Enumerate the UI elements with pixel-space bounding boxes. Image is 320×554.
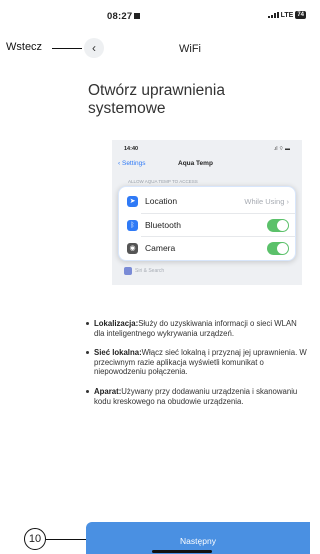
example-status-time: 14:40: [124, 146, 139, 152]
siri-icon: [124, 267, 132, 275]
example-toggle-on: [267, 241, 289, 255]
divider: [141, 236, 295, 237]
battery-icon: 74: [295, 11, 306, 19]
example-section-label: ALLOW AQUA TEMP TO ACCESS: [128, 179, 198, 184]
home-indicator: [152, 550, 212, 553]
camera-icon: ◉: [127, 242, 138, 254]
list-item: Aparat:Używany przy dodawaniu urządzenia…: [86, 387, 308, 406]
signal-icon: [267, 12, 279, 18]
example-row-location: ➤ Location While Using ›: [127, 191, 289, 211]
notification-icon: [134, 13, 141, 19]
example-row-label: Bluetooth: [145, 220, 181, 230]
example-back-link: ‹ Settings: [118, 160, 146, 167]
example-title: Aqua Temp: [178, 160, 213, 167]
annotation-step-number: 10: [24, 528, 46, 550]
example-row-label: Camera: [145, 243, 176, 253]
divider: [141, 213, 295, 214]
example-permissions-card: ➤ Location While Using › ᛒ Bluetooth ◉ C…: [118, 186, 296, 261]
example-toggle-on: [267, 218, 289, 232]
bluetooth-icon: ᛒ: [127, 219, 138, 231]
example-status-icons: .ıl ⌔ ▬: [273, 146, 290, 152]
annotation-leader-line: [46, 539, 86, 541]
example-row-camera: ◉ Camera: [127, 238, 289, 258]
permissions-list: Lokalizacja:Służy do uzyskiwania informa…: [86, 319, 308, 416]
list-item: Sieć lokalna:Włącz sieć lokalną i przyzn…: [86, 348, 308, 377]
example-siri-row: Siri & Search: [124, 267, 164, 275]
example-row-bluetooth: ᛒ Bluetooth: [127, 215, 289, 235]
network-type: LTE: [280, 11, 294, 19]
example-row-label: Location: [145, 196, 178, 206]
example-row-value: While Using ›: [244, 196, 289, 206]
permissions-example-image: 14:40 .ıl ⌔ ▬ ‹ Settings Aqua Temp ALLOW…: [112, 140, 302, 285]
status-time: 08:27: [107, 11, 141, 22]
page-header-title: WiFi: [179, 43, 201, 55]
location-arrow-icon: ➤: [127, 195, 138, 207]
status-indicators: LTE 74: [267, 11, 306, 19]
page-title: Otwórz uprawnienia systemowe: [88, 82, 225, 117]
list-item: Lokalizacja:Służy do uzyskiwania informa…: [86, 319, 308, 338]
